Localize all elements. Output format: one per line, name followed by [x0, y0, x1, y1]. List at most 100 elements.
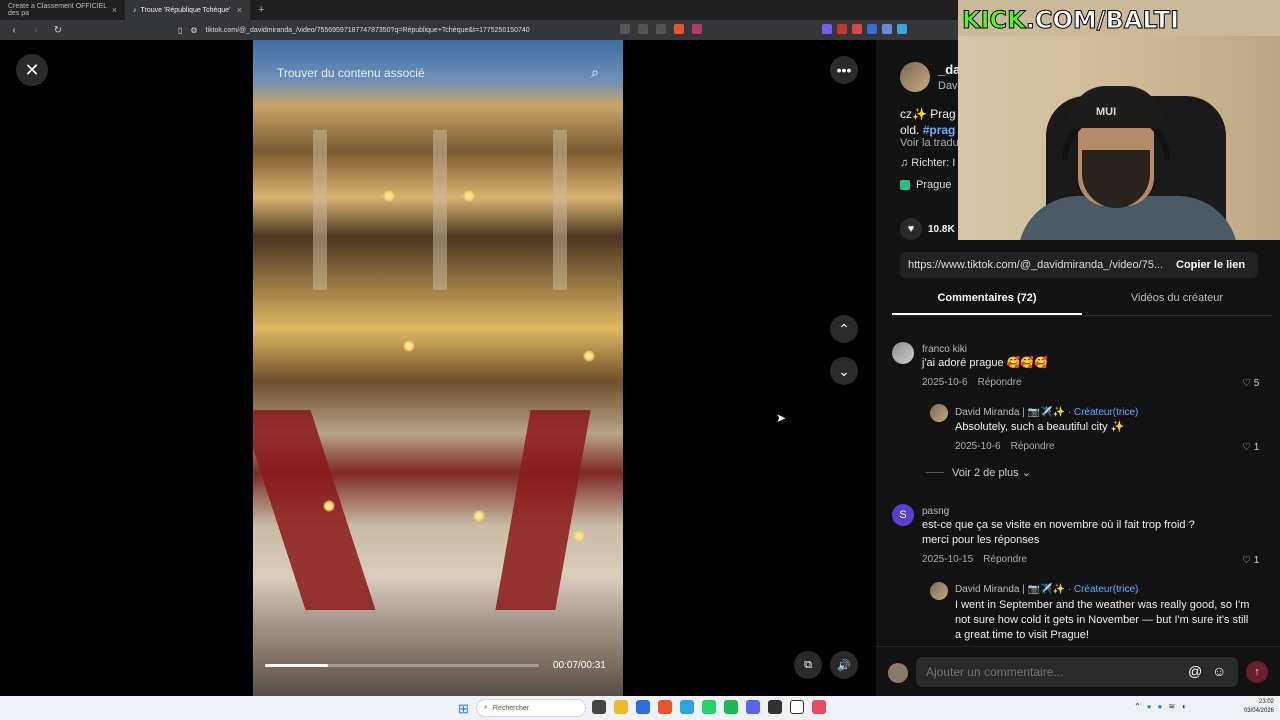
- extension-icon[interactable]: [822, 24, 832, 34]
- wifi-icon[interactable]: ≋: [1168, 702, 1175, 711]
- reply-username-text: David Miranda | 📷✈️✨: [955, 407, 1065, 418]
- rewards-icon[interactable]: [692, 24, 702, 34]
- site-settings-icon[interactable]: ⚙: [190, 26, 197, 35]
- more-icon[interactable]: •••: [830, 56, 858, 84]
- extension-icon[interactable]: [852, 24, 862, 34]
- video-column: [313, 130, 327, 290]
- search-icon[interactable]: ⌕: [591, 64, 599, 81]
- reply-avatar[interactable]: [930, 582, 948, 600]
- heart-icon[interactable]: ♥: [900, 218, 922, 240]
- extension-icon[interactable]: [867, 24, 877, 34]
- zoom-icon[interactable]: [638, 24, 648, 34]
- video-progress-bar[interactable]: [265, 664, 539, 667]
- chevron-down-icon[interactable]: ⌄: [830, 357, 858, 385]
- tab-creator-videos[interactable]: Vidéos du créateur: [1082, 286, 1272, 315]
- obs-icon[interactable]: [768, 700, 782, 714]
- app-icon[interactable]: [812, 700, 826, 714]
- reply-username[interactable]: David Miranda | 📷✈️✨ · Créateur(trice): [955, 584, 1138, 595]
- view-more-replies-button[interactable]: Voir 2 de plus ⌄: [926, 466, 1031, 479]
- taskbar-clock[interactable]: 23:02 03/04/2026: [1238, 698, 1274, 716]
- location-tag[interactable]: Prague: [900, 179, 951, 191]
- tab-comments[interactable]: Commentaires (72): [892, 286, 1082, 315]
- bookmark-icon[interactable]: ▯: [178, 26, 182, 35]
- notion-icon[interactable]: [790, 700, 804, 714]
- comment-meta: 2025-10-15 Répondre: [922, 554, 1027, 565]
- url-text: tiktok.com/@_davidmiranda_/video/7556959…: [205, 26, 530, 34]
- tab-close-icon[interactable]: ×: [237, 5, 242, 15]
- reply-button[interactable]: Répondre: [983, 554, 1027, 565]
- comment-like[interactable]: ♡ 1: [1242, 555, 1259, 566]
- creator-badge: · Créateur(trice): [1067, 584, 1139, 595]
- tiktok-favicon-icon: ♪: [133, 6, 137, 14]
- share-icon[interactable]: [656, 24, 666, 34]
- like-count: 10.8K: [928, 223, 955, 235]
- store-icon[interactable]: [636, 700, 650, 714]
- pip-icon[interactable]: ⧉: [794, 651, 822, 679]
- translate-icon[interactable]: [620, 24, 630, 34]
- file-explorer-icon[interactable]: [614, 700, 628, 714]
- extensions-bar: [822, 24, 907, 34]
- brave-shield-icon[interactable]: [674, 24, 684, 34]
- video-stair-left: [253, 410, 376, 610]
- copy-link-button[interactable]: Copier le lien: [1176, 259, 1245, 271]
- chevron-up-icon[interactable]: ⌃: [830, 315, 858, 343]
- system-tray: ⌃ ● ● ≋ ◖: [1134, 702, 1186, 711]
- share-link-text[interactable]: https://www.tiktok.com/@_davidmiranda_/v…: [900, 259, 1170, 271]
- tray-app-icon[interactable]: ●: [1158, 702, 1163, 711]
- see-translation-link[interactable]: Voir la tradu: [900, 137, 959, 149]
- reply-button[interactable]: Répondre: [1011, 441, 1055, 452]
- comment-composer: @ ☺ ↑: [876, 646, 1280, 696]
- reload-icon[interactable]: ↻: [52, 25, 64, 36]
- extension-icon[interactable]: [897, 24, 907, 34]
- extension-icon[interactable]: [837, 24, 847, 34]
- spotify-icon[interactable]: [724, 700, 738, 714]
- taskbar-search[interactable]: ⌕ Rechercher: [476, 699, 586, 717]
- volume-icon[interactable]: 🔊: [830, 651, 858, 679]
- comment-username[interactable]: franco kiki: [922, 344, 967, 355]
- music-link[interactable]: ♫ Richter: I: [900, 157, 955, 169]
- forward-icon[interactable]: ›: [30, 25, 42, 36]
- comment-avatar[interactable]: [892, 342, 914, 364]
- mention-icon[interactable]: @: [1188, 663, 1202, 679]
- discord-icon[interactable]: [746, 700, 760, 714]
- send-icon[interactable]: ↑: [1246, 661, 1268, 683]
- reply-button[interactable]: Répondre: [978, 377, 1022, 388]
- mouse-cursor-icon: ➤: [776, 411, 787, 425]
- extension-icon[interactable]: [882, 24, 892, 34]
- creator-badge: · Créateur(trice): [1067, 407, 1139, 418]
- whatsapp-icon[interactable]: [702, 700, 716, 714]
- telegram-icon[interactable]: [680, 700, 694, 714]
- brave-icon[interactable]: [658, 700, 672, 714]
- windows-start-icon[interactable]: ⊞: [458, 701, 469, 717]
- comment-meta: 2025-10-6 Répondre: [922, 377, 1022, 388]
- speaker-icon[interactable]: ◖: [1181, 702, 1186, 711]
- video-column: [553, 130, 567, 290]
- reply-like[interactable]: ♡ 1: [1242, 442, 1259, 453]
- browser-tab-active[interactable]: ♪ Trouve 'République Tchèque' ×: [125, 0, 250, 20]
- kick-url: .COM/BALTI: [1025, 6, 1180, 35]
- reply-username[interactable]: David Miranda | 📷✈️✨ · Créateur(trice): [955, 407, 1138, 418]
- share-link-bar: https://www.tiktok.com/@_davidmiranda_/v…: [900, 252, 1258, 278]
- new-tab-icon[interactable]: +: [250, 4, 272, 16]
- related-content-search[interactable]: Trouver du contenu associé: [277, 66, 425, 80]
- task-view-icon[interactable]: [592, 700, 606, 714]
- video-player[interactable]: Trouver du contenu associé ⌕ 00:07/00:31: [253, 40, 623, 696]
- browser-tab[interactable]: Create a Classement OFFICIEL des pa ×: [0, 0, 125, 20]
- tab-close-icon[interactable]: ×: [112, 5, 117, 15]
- back-icon[interactable]: ‹: [8, 25, 20, 36]
- reply-avatar[interactable]: [930, 404, 948, 422]
- comment-avatar[interactable]: S: [892, 504, 914, 526]
- comment-username[interactable]: pasng: [922, 506, 949, 517]
- hashtag-link[interactable]: #prag: [923, 123, 956, 137]
- tray-app-icon[interactable]: ●: [1147, 702, 1152, 711]
- emoji-icon[interactable]: ☺: [1212, 663, 1226, 679]
- comment-like[interactable]: ♡ 5: [1242, 378, 1259, 389]
- author-avatar[interactable]: [900, 62, 930, 92]
- panel-tabs: Commentaires (72) Vidéos du créateur: [892, 286, 1272, 316]
- video-lamp: [583, 350, 595, 362]
- search-icon: ⌕: [484, 704, 488, 711]
- desc-line-2: old.: [900, 123, 920, 137]
- tray-chevron-icon[interactable]: ⌃: [1134, 702, 1141, 711]
- comment-text: j'ai adoré prague 🥰🥰🥰: [922, 357, 1048, 369]
- close-icon[interactable]: ✕: [16, 54, 48, 86]
